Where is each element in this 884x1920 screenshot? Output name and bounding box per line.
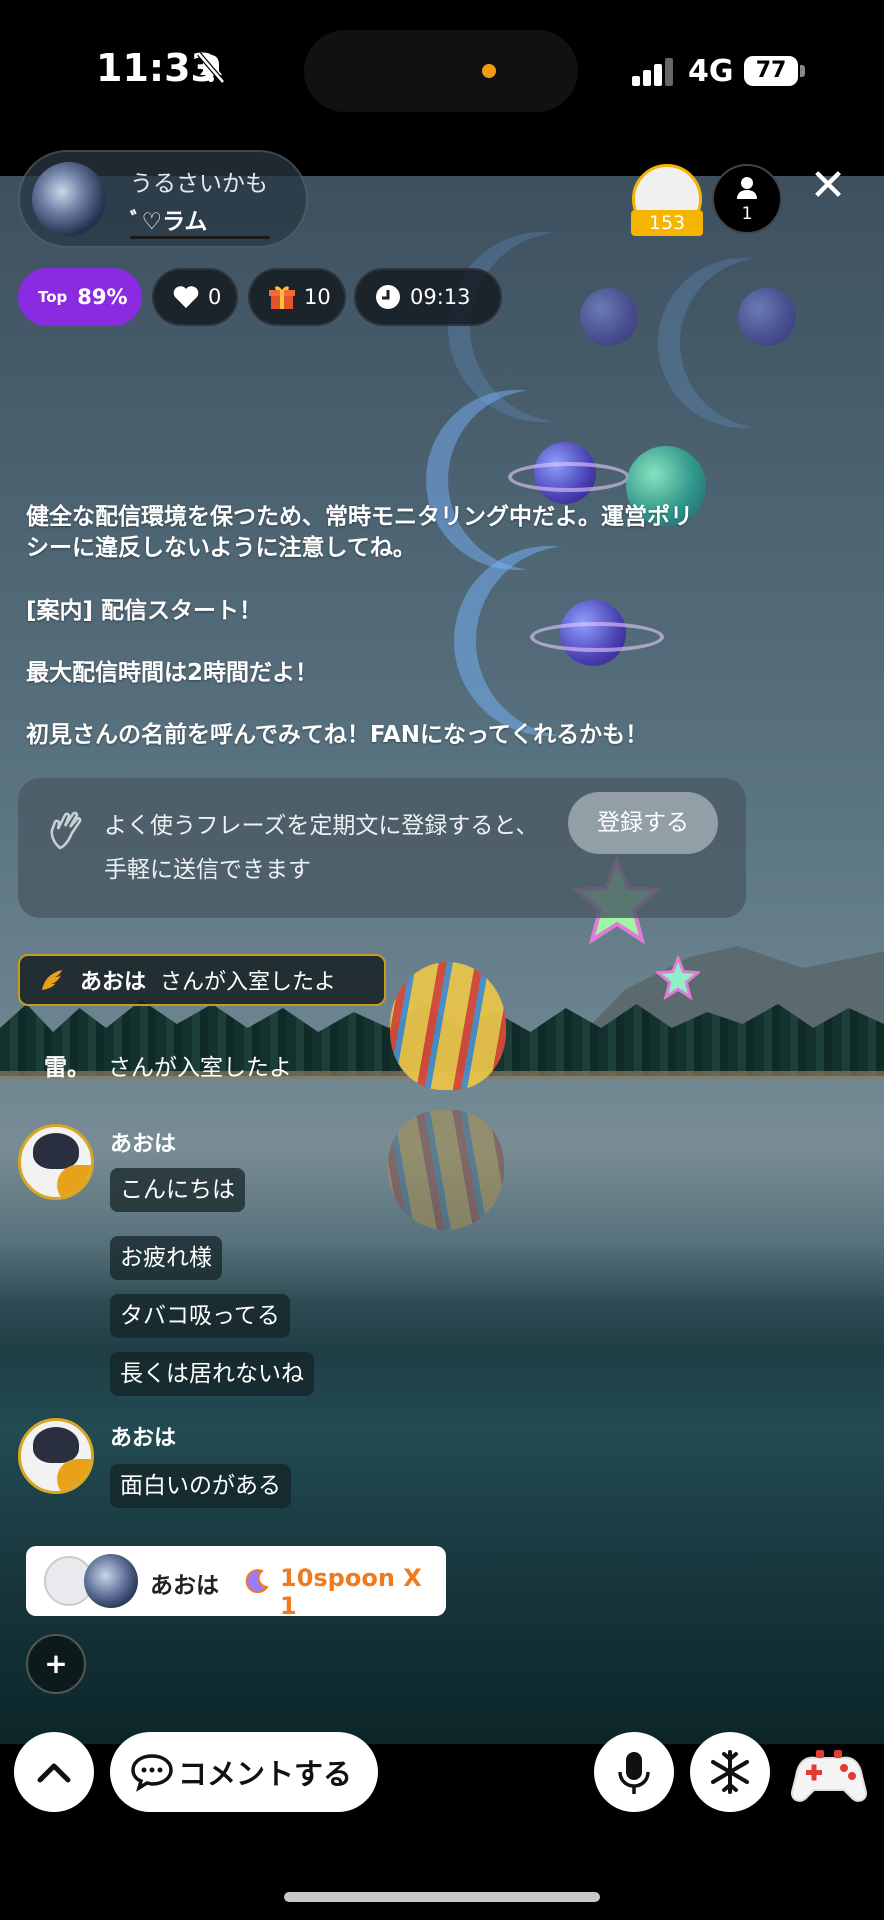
host-underline: [130, 236, 270, 239]
chat-message[interactable]: 長くは居れないね: [110, 1352, 314, 1396]
effects-button[interactable]: [690, 1732, 770, 1812]
entry-notice: 雷。 さんが入室したよ: [44, 1048, 292, 1082]
top-fan-count: 153: [631, 210, 703, 236]
chevron-up-icon: [37, 1763, 71, 1783]
wing-icon: [42, 970, 62, 990]
home-indicator[interactable]: [284, 1892, 600, 1902]
gift-sender-name: あおは: [150, 1573, 219, 1599]
system-message: 初見さんの名前を呼んでみてね！FANになってくれるかも！: [26, 722, 649, 748]
phrase-tip-text: よく使うフレーズを定期文に登録すると、手軽に送信できます: [104, 813, 539, 883]
hot-air-balloon: [390, 962, 506, 1090]
elapsed-time: 09:13: [410, 285, 471, 309]
snowflake-icon: [711, 1750, 749, 1794]
entry-name[interactable]: あおは: [80, 964, 146, 996]
chat-message[interactable]: お疲れ様: [110, 1236, 222, 1280]
dynamic-island: [304, 30, 578, 112]
clock-icon: [376, 285, 400, 309]
wing-icon: [57, 1165, 91, 1197]
heart-icon: [173, 286, 199, 308]
avatar-hair: [33, 1133, 79, 1169]
entry-name[interactable]: 雷。: [44, 1048, 90, 1082]
person-icon: [737, 177, 757, 199]
entry-text: さんが入室したよ: [108, 1055, 292, 1081]
register-phrase-button[interactable]: 登録する: [568, 792, 718, 854]
chat-message[interactable]: タバコ吸ってる: [110, 1294, 290, 1338]
rank-label: Top: [38, 288, 68, 306]
system-message: 健全な配信環境を保つため、常時モニタリング中だよ。運営ポリシーに違反しないように…: [26, 504, 693, 561]
live-stream-screen: 11:33 4G 77 うるさいかも ﾞ♡ラム 153 1 ✕ Top 89% …: [0, 0, 884, 1920]
battery-indicator: 77: [744, 56, 798, 86]
receiver-avatar: [84, 1554, 138, 1608]
chat-message[interactable]: こんにちは: [110, 1168, 245, 1212]
user-avatar[interactable]: [18, 1124, 94, 1200]
gifts-count: 10: [304, 285, 331, 309]
listener-count-button[interactable]: 1: [712, 164, 782, 234]
chat-author[interactable]: あおは: [110, 1126, 176, 1158]
chat-bubble-icon: [131, 1754, 173, 1792]
hand-wave-icon: [50, 811, 82, 850]
elapsed-time-chip: 09:13: [354, 268, 502, 326]
phrase-tip-card: よく使うフレーズを定期文に登録すると、手軽に送信できます 登録する: [18, 778, 746, 918]
gifts-chip[interactable]: 10: [248, 268, 346, 326]
wing-icon: [57, 1459, 91, 1491]
battery-tip: [800, 65, 805, 77]
system-message: [案内] 配信スタート！: [26, 598, 263, 624]
gift-notification[interactable]: あおは 10spoon X 1: [26, 1546, 446, 1620]
host-name: うるさいかも: [130, 171, 268, 197]
expand-menu-button[interactable]: [14, 1732, 94, 1812]
comment-label: コメントする: [178, 1757, 353, 1791]
rank-badge[interactable]: Top 89%: [18, 268, 142, 326]
user-avatar[interactable]: [18, 1418, 94, 1494]
gift-value: 10spoon X 1: [280, 1564, 422, 1620]
avatar-hair: [33, 1427, 79, 1463]
host-profile-pill[interactable]: うるさいかも ﾞ♡ラム: [18, 150, 308, 248]
balloon-reflection: [388, 1110, 504, 1230]
entry-text: さんが入室したよ: [160, 970, 337, 995]
spoon-moon-icon: [245, 1569, 269, 1594]
likes-count: 0: [208, 285, 222, 309]
muted-bell-icon: [197, 52, 225, 84]
chat-message[interactable]: 面白いのがある: [110, 1464, 291, 1508]
close-button[interactable]: ✕: [806, 164, 850, 208]
game-controller-button[interactable]: [786, 1736, 872, 1810]
gift-icon: [269, 286, 295, 309]
privacy-indicator-dot: [482, 64, 496, 78]
microphone-icon: [618, 1752, 650, 1794]
microphone-button[interactable]: [594, 1732, 674, 1812]
host-subtitle: ﾞ♡ラム: [130, 209, 208, 235]
rank-value: 89%: [77, 285, 128, 309]
system-message: 最大配信時間は2時間だよ！: [26, 660, 319, 686]
game-controller-icon: [790, 1750, 868, 1802]
entry-notice: あおは さんが入室したよ: [18, 954, 386, 1006]
network-type: 4G: [688, 54, 734, 89]
chat-author[interactable]: あおは: [110, 1420, 176, 1452]
host-avatar[interactable]: [32, 162, 106, 236]
comment-button[interactable]: コメントする: [110, 1732, 378, 1812]
likes-chip[interactable]: 0: [152, 268, 238, 326]
listener-count: 1: [741, 204, 753, 224]
add-button[interactable]: +: [26, 1634, 86, 1694]
cellular-signal-icon: [632, 58, 674, 86]
